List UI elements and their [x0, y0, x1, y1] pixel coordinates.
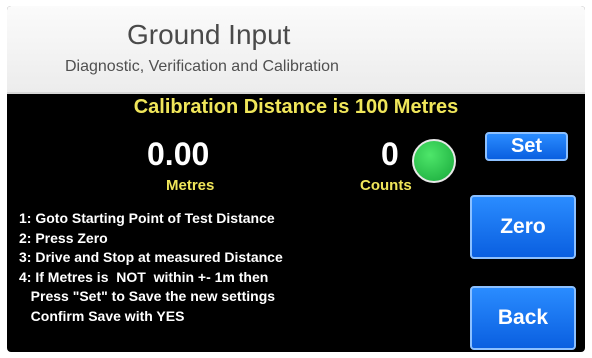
- zero-button[interactable]: Zero: [470, 195, 576, 259]
- page-subtitle: Diagnostic, Verification and Calibration: [65, 58, 339, 75]
- metres-label: Metres: [166, 177, 215, 194]
- metres-value: 0.00: [147, 136, 210, 172]
- device-screen: Ground Input Diagnostic, Verification an…: [7, 6, 585, 352]
- instruction-line: 1: Goto Starting Point of Test Distance: [19, 210, 275, 226]
- instruction-line: Press "Set" to Save the new settings: [19, 288, 276, 304]
- back-button[interactable]: Back: [470, 286, 576, 350]
- header-bar: Ground Input Diagnostic, Verification an…: [7, 6, 585, 94]
- instruction-line: 2: Press Zero: [19, 229, 108, 246]
- instruction-line: Confirm Save with YES: [19, 307, 185, 324]
- page-title: Ground Input: [127, 19, 291, 50]
- calibration-distance-text: Calibration Distance is 100 Metres: [133, 96, 459, 118]
- set-button[interactable]: Set: [485, 132, 568, 161]
- status-indicator-icon: [412, 139, 456, 183]
- instructions-list: 1: Goto Starting Point of Test Distance …: [19, 209, 283, 326]
- instruction-line: 3: Drive and Stop at measured Distance: [19, 249, 283, 265]
- instruction-line: 4: If Metres is NOT within +- 1m then: [19, 268, 269, 285]
- counts-label: Counts: [360, 177, 412, 194]
- counts-value: 0: [381, 136, 399, 172]
